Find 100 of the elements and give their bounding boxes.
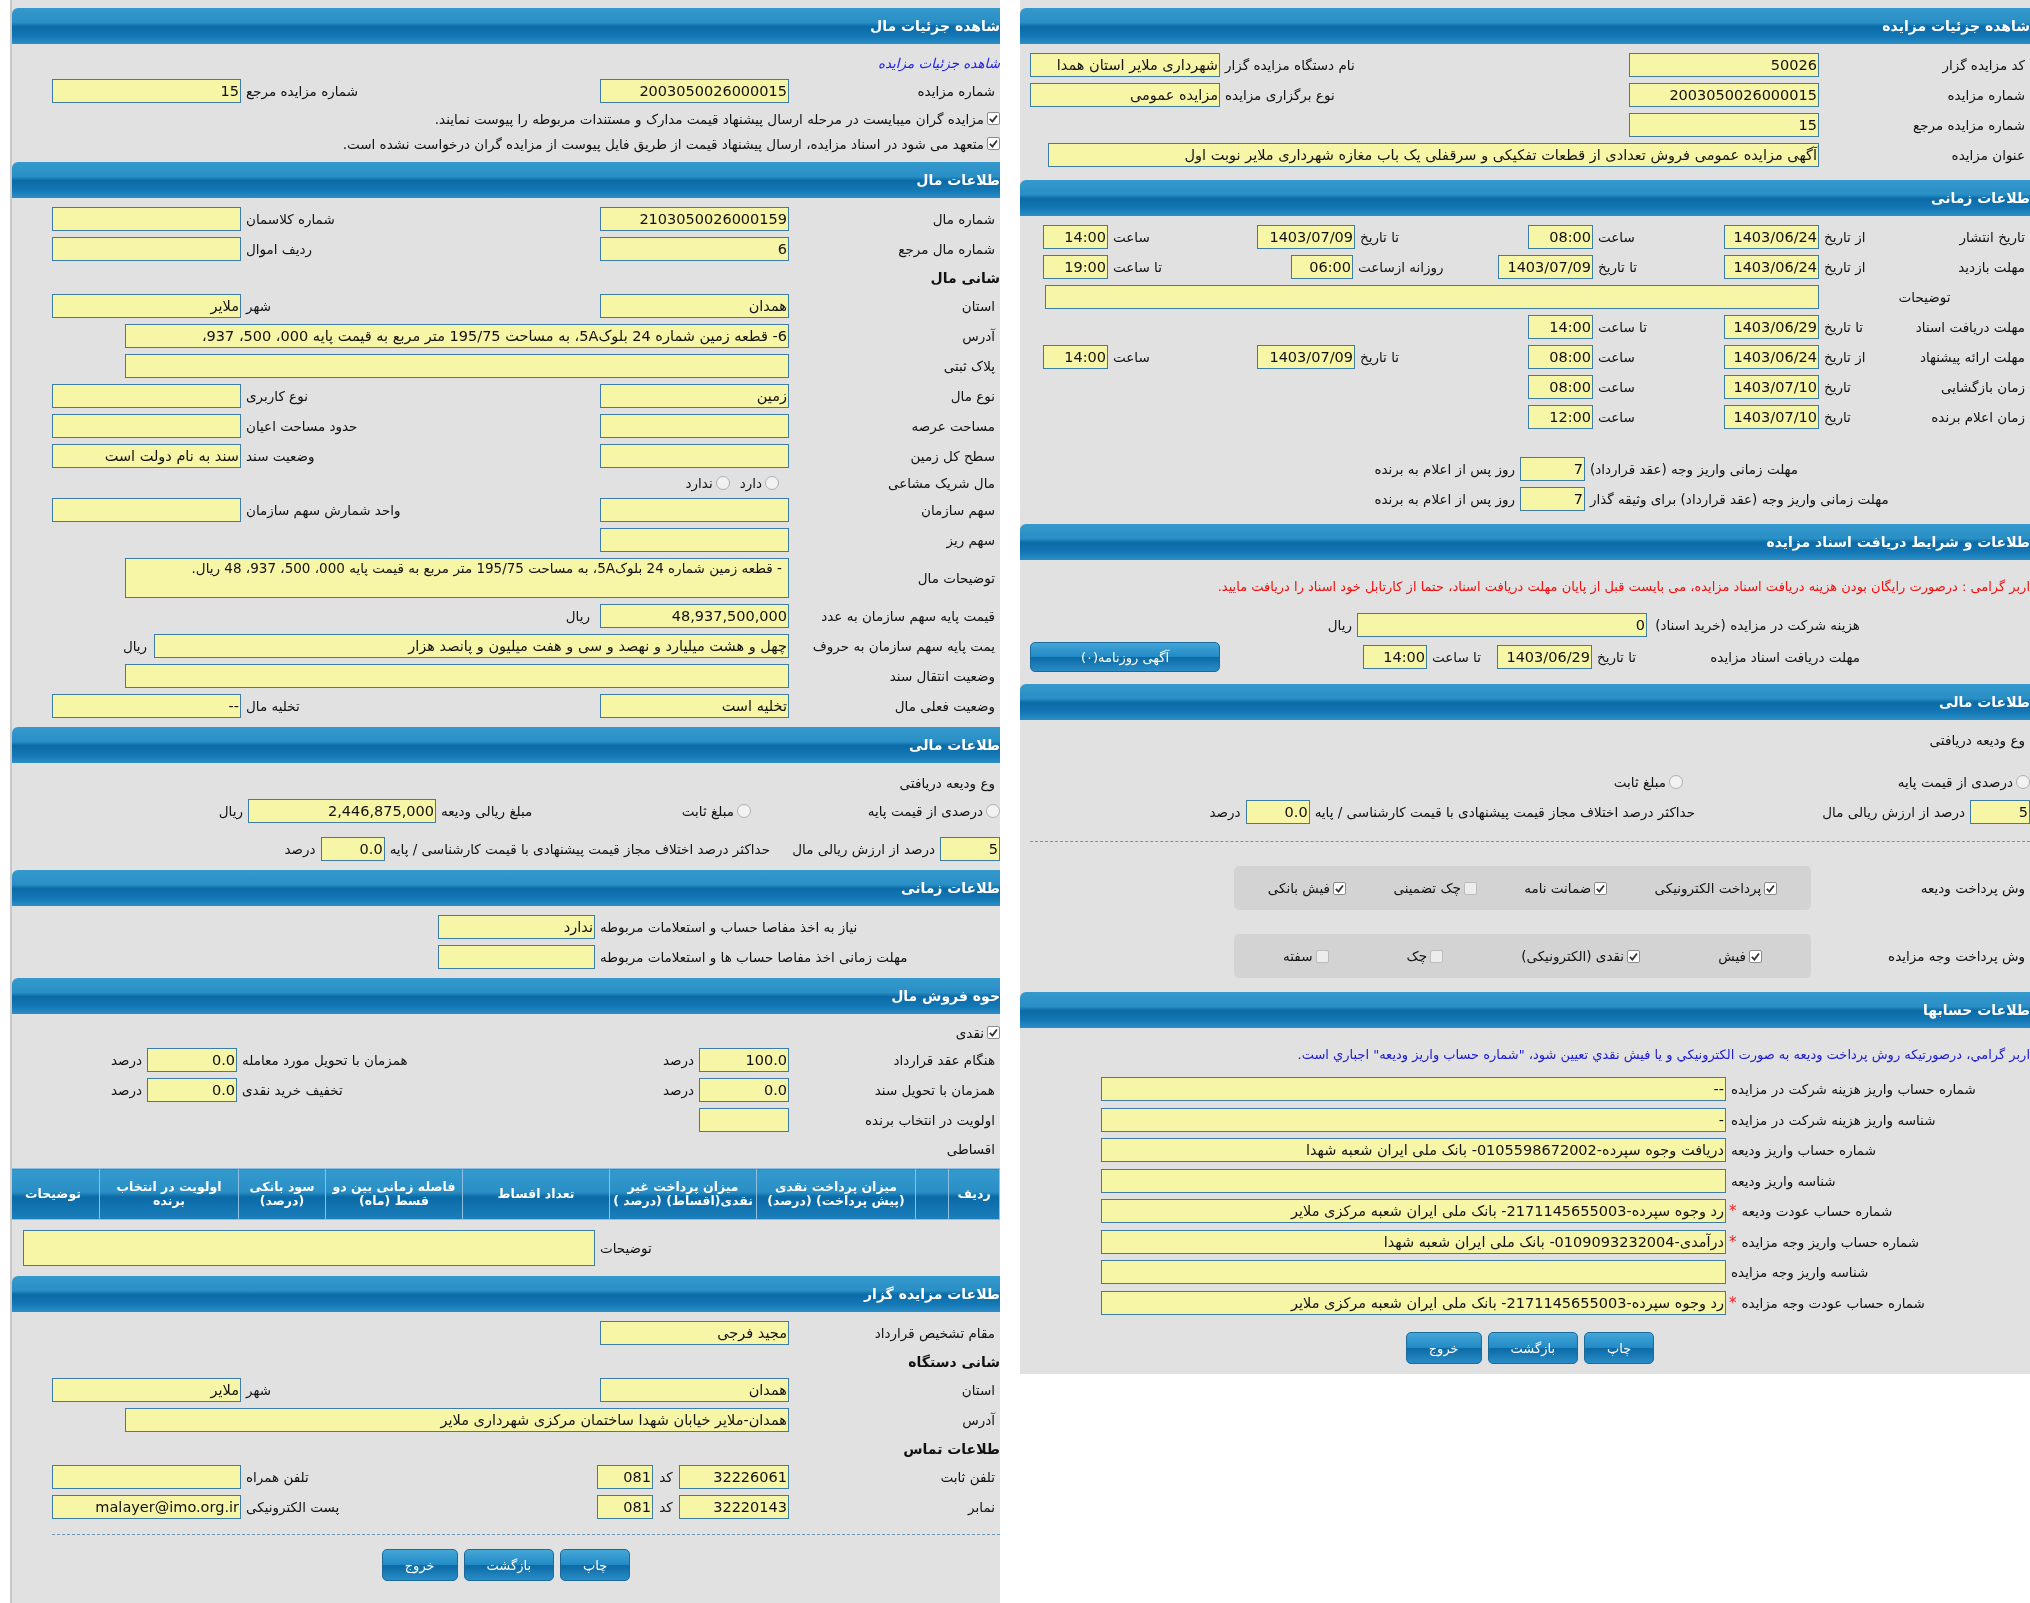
text-field[interactable]: 2003050026000015 [600,79,789,103]
text-field[interactable]: 1403/07/10 [1724,375,1819,399]
radio-button[interactable] [986,804,1000,818]
text-field[interactable]: ملایر [52,1378,241,1402]
text-field[interactable] [52,1465,241,1489]
radio-button[interactable] [737,804,751,818]
text-field[interactable]: 08:00 [1528,375,1593,399]
text-field[interactable]: سند به نام دولت است [52,444,241,468]
text-field[interactable]: malayer@imo.org.ir [52,1495,241,1519]
checkbox[interactable] [1463,881,1477,895]
text-field[interactable]: 32226061 [679,1465,789,1489]
text-field[interactable]: 14:00 [1528,315,1593,339]
text-field[interactable] [52,498,241,522]
text-field[interactable]: زمین [600,384,789,408]
text-field[interactable]: همدان [600,294,789,318]
text-field[interactable]: 0 [1357,613,1647,637]
text-field[interactable]: همدان-ملایر خیابان شهدا ساختمان مرکزی شهرداری ملایر [125,1408,789,1432]
text-field[interactable]: مزایده عمومی [1030,83,1220,107]
text-field[interactable] [1101,1168,1726,1193]
text-field[interactable]: 0.0 [320,837,385,861]
text-field[interactable]: 0.0 [1245,800,1310,824]
text-field[interactable]: درآمدی-0109093232004- بانک ملی ایران شعبه شهدا [1101,1229,1726,1254]
text-field[interactable]: چهل و هشت میلیارد و نهصد و سی و هفت میلیون و پانصد هزار [154,634,789,658]
text-field[interactable]: 48,937,500,000 [600,604,789,628]
text-field[interactable] [125,664,789,688]
text-field[interactable]: 0.0 [699,1078,789,1102]
text-field[interactable]: 5 [1970,800,2030,824]
details-link[interactable]: شاهده جزئیات مزایده [877,55,1000,71]
action-button[interactable]: بازگشت [463,1549,555,1581]
text-field[interactable] [600,498,789,522]
text-field[interactable]: 06:00 [1291,255,1353,279]
text-field[interactable] [52,414,241,438]
text-field[interactable]: 12:00 [1528,405,1593,429]
action-button[interactable]: خروج [381,1549,458,1581]
text-field[interactable]: تخلیه است [600,694,789,718]
text-field[interactable]: 2103050026000159 [600,207,789,231]
text-field[interactable]: 1403/07/09 [1257,345,1355,369]
text-field[interactable]: 50026 [1629,53,1819,77]
text-field[interactable]: همدان [600,1378,789,1402]
text-field[interactable] [600,444,789,468]
action-button[interactable]: چاپ [560,1549,631,1581]
checkbox[interactable] [987,137,1000,150]
checkbox[interactable] [1315,949,1329,963]
text-field[interactable]: 7 [1520,487,1585,511]
checkbox[interactable] [1627,949,1641,963]
radio-button[interactable] [715,476,730,490]
text-field[interactable]: 08:00 [1528,225,1593,249]
text-field[interactable]: -- [52,694,241,718]
text-field[interactable]: 14:00 [1043,345,1108,369]
radio-button[interactable] [2016,775,2030,789]
action-button[interactable]: چاپ [1584,1332,1655,1364]
checkbox[interactable] [987,112,1000,125]
radio-button[interactable] [1669,775,1683,789]
text-field[interactable]: 081 [597,1465,653,1489]
checkbox[interactable] [1748,949,1762,963]
text-field[interactable]: 15 [52,79,241,103]
checkbox[interactable] [1333,881,1347,895]
radio-button[interactable] [765,476,779,490]
checkbox[interactable] [1430,949,1444,963]
text-field[interactable]: ملایر [52,294,241,318]
checkbox[interactable] [1764,881,1778,895]
text-field[interactable]: -- [1101,1077,1726,1102]
text-field[interactable]: 081 [597,1495,653,1519]
text-field[interactable]: 7 [1520,457,1585,481]
text-field[interactable]: 1403/07/09 [1498,255,1593,279]
text-field[interactable] [699,1108,789,1132]
text-field[interactable]: 1403/06/24 [1724,345,1819,369]
text-field[interactable]: 32220143 [679,1495,789,1519]
text-field[interactable] [125,354,789,378]
text-field[interactable]: رد وجوه سپرده-2171145655003- بانک ملی ایران شعبه مرکزی ملایر [1101,1199,1726,1224]
text-field[interactable]: 14:00 [1043,225,1108,249]
text-field[interactable]: 14:00 [1363,645,1427,669]
text-field[interactable]: 0.0 [147,1048,237,1072]
text-field[interactable]: آگهی مزایده عمومی فروش تعدادی از قطعات تفکیکی و سرقفلی یک باب مغازه شهرداری ملایر نوبت اول [1048,143,1819,167]
action-button[interactable]: آگهی روزنامه(۰) [1030,642,1220,672]
text-field[interactable] [438,945,595,969]
text-field[interactable]: 5 [940,837,1000,861]
text-area[interactable] [23,1230,595,1266]
text-field[interactable]: 6 [600,237,789,261]
text-field[interactable]: 1403/06/29 [1724,315,1819,339]
text-field[interactable]: 100.0 [699,1048,789,1072]
text-field[interactable]: شهرداری ملایر استان همدا [1030,53,1220,77]
text-field[interactable] [52,207,241,231]
text-field[interactable] [600,528,789,552]
text-field[interactable]: 1403/06/24 [1724,255,1819,279]
text-field[interactable]: 1403/07/09 [1257,225,1355,249]
text-field[interactable]: 1403/07/10 [1724,405,1819,429]
text-field[interactable]: 0.0 [147,1078,237,1102]
text-field[interactable]: - [1101,1107,1726,1132]
text-field[interactable]: 6- قطعه زمین شماره 24 بلوک5A، به مساحت 195/75 متر مربع به قیمت پایه 000، 500، 937، [125,324,789,348]
action-button[interactable]: خروج [1405,1332,1482,1364]
text-field[interactable]: 2003050026000015 [1629,83,1819,107]
text-area[interactable]: - قطعه زمین شماره 24 بلوک5A، به مساحت 195/75 متر مربع به قیمت پایه 000، 500، 937، 48 ریال. [125,558,789,598]
text-field[interactable]: 08:00 [1528,345,1593,369]
text-field[interactable] [52,237,241,261]
text-field[interactable]: 1403/06/29 [1497,645,1592,669]
checkbox[interactable] [1594,881,1608,895]
text-field[interactable]: ندارد [438,915,595,939]
text-field[interactable]: دریافت وجوه سپرده-0105598672002- بانک ملی ایران شعبه شهدا [1101,1138,1726,1163]
text-field[interactable] [1045,285,1819,309]
